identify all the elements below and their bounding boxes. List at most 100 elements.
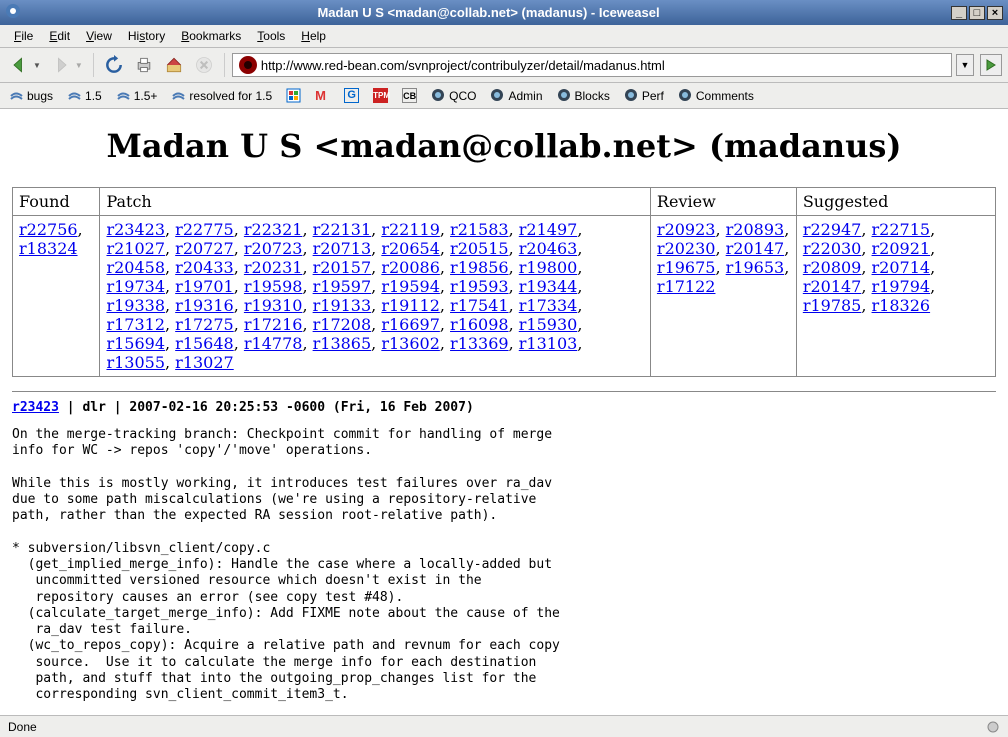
- bm-resolved[interactable]: resolved for 1.5: [168, 86, 275, 105]
- bm-15[interactable]: 1.5: [64, 86, 105, 105]
- rev-link[interactable]: r19800: [519, 258, 578, 277]
- back-button[interactable]: [6, 52, 32, 78]
- url-bar[interactable]: [232, 53, 952, 77]
- rev-link[interactable]: r19133: [313, 296, 372, 315]
- rev-link[interactable]: r21583: [450, 220, 509, 239]
- rev-link[interactable]: r21497: [519, 220, 578, 239]
- rev-link[interactable]: r16098: [450, 315, 509, 334]
- rev-link[interactable]: r22715: [872, 220, 931, 239]
- rev-link[interactable]: r13027: [175, 353, 234, 372]
- rev-link[interactable]: r23423: [106, 220, 165, 239]
- rev-link[interactable]: r17216: [244, 315, 303, 334]
- rev-link[interactable]: r19338: [106, 296, 165, 315]
- rev-link[interactable]: r17208: [313, 315, 372, 334]
- rev-link[interactable]: r17541: [450, 296, 509, 315]
- rev-link[interactable]: r17334: [519, 296, 578, 315]
- bm-icon-1[interactable]: [283, 86, 304, 105]
- url-input[interactable]: [261, 58, 949, 73]
- rev-link[interactable]: r19344: [519, 277, 578, 296]
- menu-edit[interactable]: Edit: [43, 27, 76, 45]
- bm-bugs[interactable]: bugs: [6, 86, 56, 105]
- rev-link[interactable]: r22947: [803, 220, 862, 239]
- menu-history[interactable]: History: [122, 27, 171, 45]
- rev-link[interactable]: r13369: [450, 334, 509, 353]
- bm-qco[interactable]: QCO: [428, 86, 479, 105]
- rev-link[interactable]: r15648: [175, 334, 234, 353]
- rev-link[interactable]: r22321: [244, 220, 303, 239]
- print-button[interactable]: [131, 52, 157, 78]
- rev-link[interactable]: r20654: [381, 239, 440, 258]
- rev-link[interactable]: r17275: [175, 315, 234, 334]
- rev-link[interactable]: r20921: [872, 239, 931, 258]
- rev-link[interactable]: r21027: [106, 239, 165, 258]
- stop-button[interactable]: [191, 52, 217, 78]
- rev-link[interactable]: r22756: [19, 220, 78, 239]
- rev-link[interactable]: r20713: [313, 239, 372, 258]
- rev-link[interactable]: r19598: [244, 277, 303, 296]
- bm-admin[interactable]: Admin: [487, 86, 545, 105]
- rev-link[interactable]: r19316: [175, 296, 234, 315]
- minimize-button[interactable]: _: [951, 6, 967, 20]
- rev-link[interactable]: r13055: [106, 353, 165, 372]
- rev-link[interactable]: r19594: [381, 277, 440, 296]
- forward-button[interactable]: [48, 52, 74, 78]
- rev-link[interactable]: r20893: [726, 220, 785, 239]
- menu-help[interactable]: Help: [295, 27, 332, 45]
- menu-tools[interactable]: Tools: [251, 27, 291, 45]
- rev-link[interactable]: r20809: [803, 258, 862, 277]
- close-button[interactable]: ×: [987, 6, 1003, 20]
- reload-button[interactable]: [101, 52, 127, 78]
- rev-link[interactable]: r13602: [381, 334, 440, 353]
- go-button[interactable]: [980, 54, 1002, 76]
- rev-link[interactable]: r22119: [381, 220, 440, 239]
- back-dropdown[interactable]: ▼: [33, 61, 44, 70]
- bm-perf[interactable]: Perf: [621, 86, 667, 105]
- rev-link[interactable]: r22030: [803, 239, 862, 258]
- bm-tpm[interactable]: TPM: [370, 86, 391, 105]
- rev-link[interactable]: r20458: [106, 258, 165, 277]
- commit-rev-link[interactable]: r23423: [12, 400, 59, 415]
- rev-link[interactable]: r15694: [106, 334, 165, 353]
- rev-link[interactable]: r15930: [519, 315, 578, 334]
- rev-link[interactable]: r20086: [381, 258, 440, 277]
- rev-link[interactable]: r20727: [175, 239, 234, 258]
- rev-link[interactable]: r19653: [726, 258, 785, 277]
- rev-link[interactable]: r19593: [450, 277, 509, 296]
- rev-link[interactable]: r22775: [175, 220, 234, 239]
- rev-link[interactable]: r19310: [244, 296, 303, 315]
- rev-link[interactable]: r19597: [313, 277, 372, 296]
- page-content[interactable]: Madan U S <madan@collab.net> (madanus) F…: [0, 109, 1008, 715]
- bm-gmail[interactable]: M: [312, 86, 333, 105]
- rev-link[interactable]: r19734: [106, 277, 165, 296]
- rev-link[interactable]: r20463: [519, 239, 578, 258]
- rev-link[interactable]: r19794: [872, 277, 931, 296]
- bm-comments[interactable]: Comments: [675, 86, 757, 105]
- rev-link[interactable]: r20147: [726, 239, 785, 258]
- menu-bookmarks[interactable]: Bookmarks: [175, 27, 247, 45]
- rev-link[interactable]: r17312: [106, 315, 165, 334]
- bm-blocks[interactable]: Blocks: [554, 86, 613, 105]
- bm-cb[interactable]: CB: [399, 86, 420, 105]
- bm-15plus[interactable]: 1.5+: [113, 86, 161, 105]
- rev-link[interactable]: r13103: [519, 334, 578, 353]
- forward-dropdown[interactable]: ▼: [75, 61, 86, 70]
- bm-google[interactable]: G: [341, 86, 362, 105]
- rev-link[interactable]: r13865: [313, 334, 372, 353]
- menu-file[interactable]: File: [8, 27, 39, 45]
- rev-link[interactable]: r16697: [381, 315, 440, 334]
- url-dropdown[interactable]: ▼: [956, 54, 974, 76]
- rev-link[interactable]: r20723: [244, 239, 303, 258]
- rev-link[interactable]: r18326: [872, 296, 931, 315]
- rev-link[interactable]: r19675: [657, 258, 716, 277]
- rev-link[interactable]: r20433: [175, 258, 234, 277]
- rev-link[interactable]: r19856: [450, 258, 509, 277]
- rev-link[interactable]: r17122: [657, 277, 716, 296]
- rev-link[interactable]: r19785: [803, 296, 862, 315]
- rev-link[interactable]: r20230: [657, 239, 716, 258]
- home-button[interactable]: [161, 52, 187, 78]
- rev-link[interactable]: r22131: [313, 220, 372, 239]
- rev-link[interactable]: r19701: [175, 277, 234, 296]
- rev-link[interactable]: r20714: [872, 258, 931, 277]
- resize-grip[interactable]: [986, 720, 1000, 734]
- rev-link[interactable]: r14778: [244, 334, 303, 353]
